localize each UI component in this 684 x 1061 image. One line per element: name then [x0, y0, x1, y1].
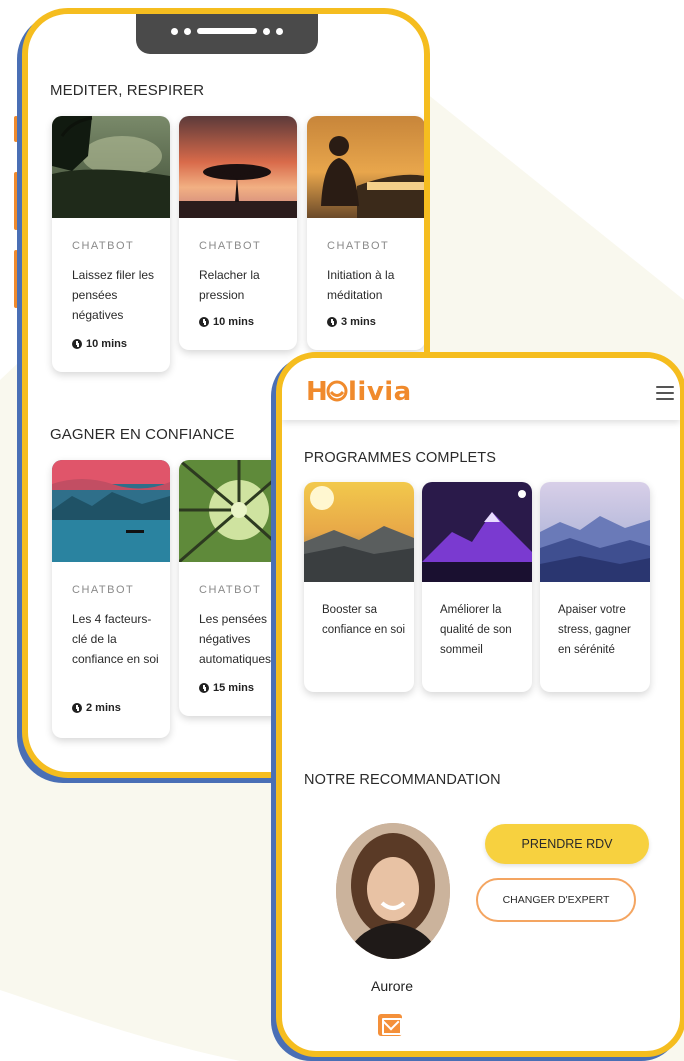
phone-side-button	[14, 172, 18, 230]
change-expert-button[interactable]: CHANGER D'EXPERT	[476, 878, 636, 922]
program-card[interactable]: Apaiser votre stress, gagner en sérénité	[540, 482, 650, 692]
content-card[interactable]: CHATBOT Laissez filer les pensées négati…	[52, 116, 170, 372]
card-duration: 15 mins	[199, 682, 254, 694]
program-card[interactable]: Booster sa confiance en soi	[304, 482, 414, 692]
section-title-confiance: GAGNER EN CONFIANCE	[50, 426, 235, 443]
card-image-lake-boat	[52, 460, 170, 562]
phone-side-button	[14, 116, 18, 142]
duration-text: 10 mins	[86, 338, 127, 350]
section-title-programmes: PROGRAMMES COMPLETS	[304, 450, 497, 466]
clock-icon	[72, 703, 82, 713]
phone-notch	[136, 14, 318, 54]
card-duration: 3 mins	[327, 316, 376, 328]
card-duration: 2 mins	[72, 702, 121, 714]
card-image-meditation	[307, 116, 424, 218]
program-image-night-mountain	[422, 482, 532, 582]
content-card[interactable]: CHATBOT Initiation à la méditation 3 min…	[307, 116, 424, 350]
clock-icon	[199, 317, 209, 327]
clock-icon	[327, 317, 337, 327]
holivia-logo[interactable]: H livia	[306, 376, 426, 413]
card-tag: CHATBOT	[72, 240, 135, 252]
section-title-recommandation: NOTRE RECOMMANDATION	[304, 772, 501, 788]
svg-text:livia: livia	[348, 377, 412, 406]
card-tag: CHATBOT	[72, 584, 135, 596]
card-tag: CHATBOT	[327, 240, 390, 252]
program-card[interactable]: Améliorer la qualité de son sommeil	[422, 482, 532, 692]
book-appointment-button[interactable]: PRENDRE RDV	[485, 824, 649, 864]
program-title: Apaiser votre stress, gagner en sérénité	[558, 604, 631, 656]
content-card[interactable]: CHATBOT Les 4 facteurs-clé de la confian…	[52, 460, 170, 738]
program-image-blue-mountains	[540, 482, 650, 582]
menu-icon[interactable]	[656, 386, 674, 400]
duration-text: 15 mins	[213, 682, 254, 694]
expert-avatar[interactable]	[336, 823, 450, 959]
program-title: Booster sa confiance en soi	[322, 604, 406, 636]
program-title: Améliorer la qualité de son sommeil	[440, 604, 512, 656]
duration-text: 10 mins	[213, 316, 254, 328]
card-tag: CHATBOT	[199, 584, 262, 596]
duration-text: 2 mins	[86, 702, 121, 714]
mail-icon[interactable]	[378, 1014, 402, 1036]
clock-icon	[199, 683, 209, 693]
section-title-mediter: MEDITER, RESPIRER	[50, 82, 205, 99]
card-image-lake	[52, 116, 170, 218]
clock-icon	[72, 339, 82, 349]
card-image-savanna	[179, 116, 297, 218]
duration-text: 3 mins	[341, 316, 376, 328]
card-duration: 10 mins	[199, 316, 254, 328]
card-title: Relacher la pression	[199, 268, 260, 302]
expert-name: Aurore	[370, 978, 414, 994]
svg-text:H: H	[306, 377, 328, 406]
card-tag: CHATBOT	[199, 240, 262, 252]
card-title: Initiation à la méditation	[327, 268, 395, 302]
phone-side-button	[14, 250, 18, 308]
app-header: H livia	[282, 358, 680, 420]
program-image-sunrise	[304, 482, 414, 582]
front-phone: H livia PROGRAMMES COMPLETS Booster sa c…	[276, 352, 684, 1057]
content-card[interactable]: CHATBOT Relacher la pression 10 mins	[179, 116, 297, 350]
card-title: Laissez filer les pensées négatives	[72, 268, 155, 322]
card-title: Les 4 facteurs-clé de la confiance en so…	[72, 612, 159, 666]
card-duration: 10 mins	[72, 338, 127, 350]
